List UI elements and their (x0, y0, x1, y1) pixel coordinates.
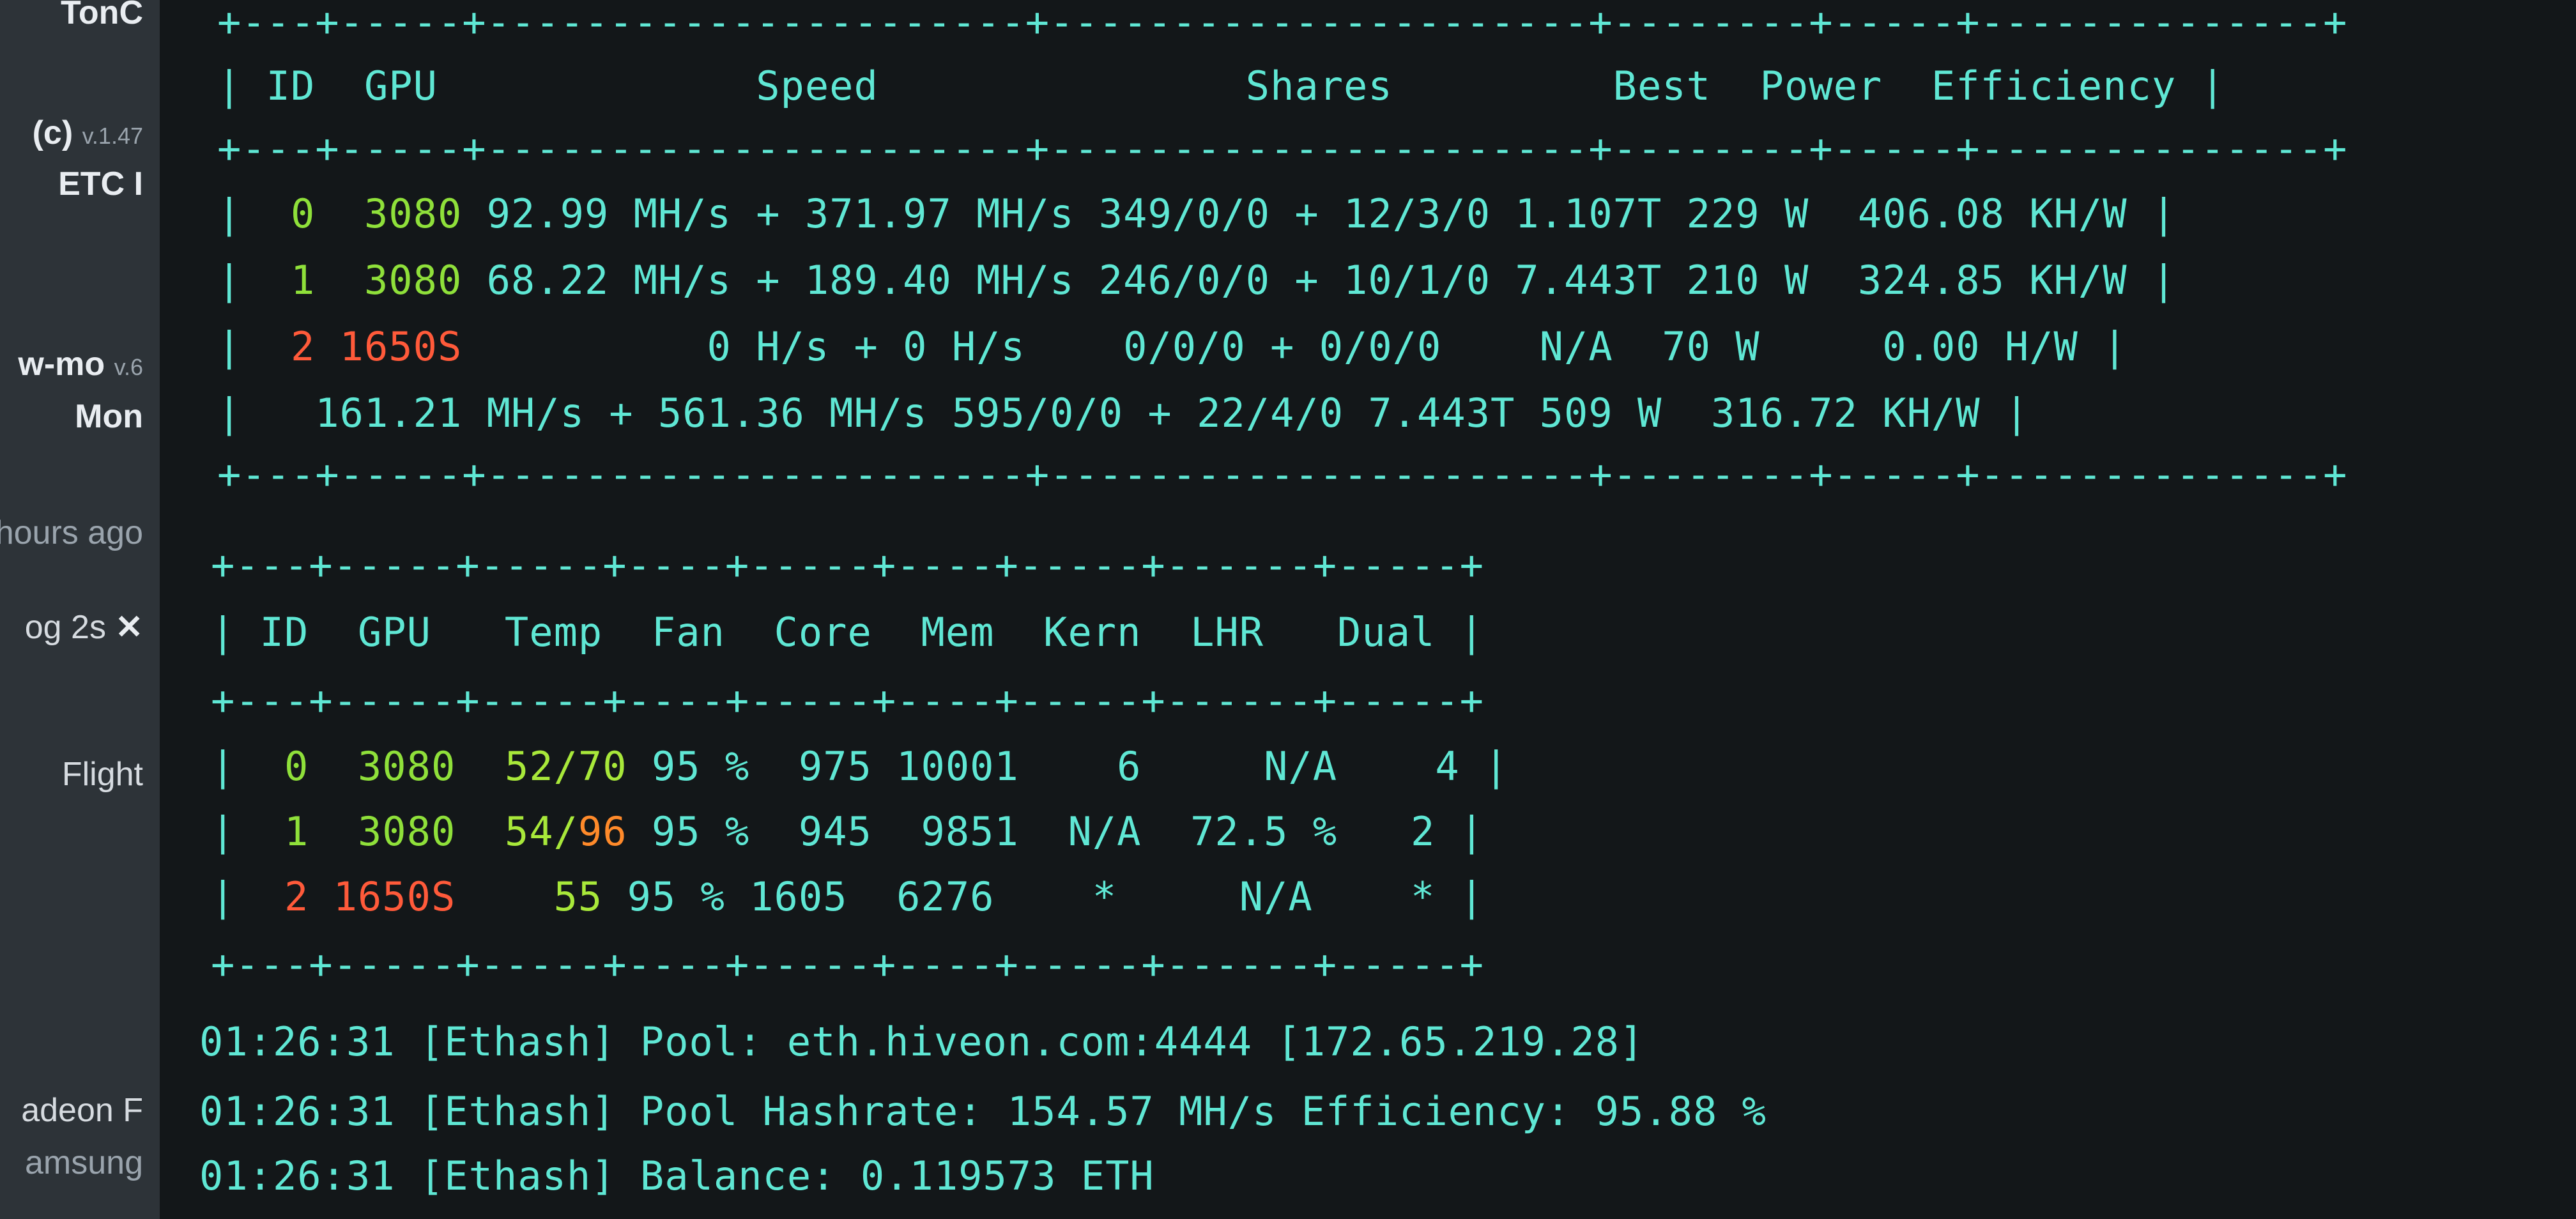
speed-table-header: | ID GPU Speed Shares Best Power Efficie… (217, 63, 2225, 109)
sidebar-item-hours-ago: hours ago (0, 514, 143, 551)
gpu-model: 1650S (333, 873, 456, 920)
terminal-window[interactable]: +---+-----+----------------------+------… (160, 0, 2576, 1219)
sidebar-item-radeon[interactable]: adeon F (21, 1091, 143, 1130)
speed-table-border-mid: +---+-----+----------------------+------… (217, 125, 2348, 172)
hw-row-gpu1: | 1 3080 54/96 95 % 945 9851 N/A 72.5 % … (211, 808, 1485, 855)
sidebar-item-wmo[interactable]: w-mo v.6 (18, 345, 143, 383)
gpu-model: 3080 (357, 743, 456, 790)
sidebar-item-etc[interactable]: ETC I (58, 165, 143, 203)
hw-table-border-top: +---+-----+-----+----+-----+----+-----+-… (211, 542, 1485, 588)
speed-table-border-bottom: +---+-----+----------------------+------… (217, 451, 2348, 498)
sidebar: TonC (c) v.1.47 ETC I w-mo v.6 Mon hours… (0, 0, 160, 1219)
gpu-id: 0 (284, 743, 309, 790)
log-line: 01:26:31 [Ethash] Pool Hashrate: 154.57 … (199, 1088, 1767, 1135)
speed-row-gpu1: | 1 3080 68.22 MH/s + 189.40 MH/s 246/0/… (217, 257, 2177, 303)
hw-table-header: | ID GPU Temp Fan Core Mem Kern LHR Dual… (211, 609, 1485, 656)
temp-core: 52 (504, 743, 554, 790)
temp-core: 54 (504, 808, 554, 855)
speed-row-gpu0: | 0 3080 92.99 MH/s + 371.97 MH/s 349/0/… (217, 190, 2177, 237)
temp-core: 55 (553, 873, 603, 920)
gpu-id: 2 (290, 323, 316, 370)
temp-mem: 96 (578, 808, 627, 855)
hw-table-border-mid: +---+-----+-----+----+-----+----+-----+-… (211, 677, 1485, 724)
temp-mem: 70 (578, 743, 627, 790)
log-line: 01:26:31 [Ethash] Balance: 0.119573 ETH (199, 1153, 1154, 1199)
gpu-model: 3080 (364, 257, 463, 303)
sidebar-item-mon[interactable]: Mon (75, 397, 143, 436)
hw-row-gpu2: | 2 1650S 55 95 % 1605 6276 * N/A * | (211, 873, 1485, 920)
speed-row-total: | 161.21 MH/s + 561.36 MH/s 595/0/0 + 22… (217, 390, 2030, 436)
hw-table-border-bottom: +---+-----+-----+----+-----+----+-----+-… (211, 941, 1485, 988)
gpu-id: 0 (290, 190, 316, 237)
speed-row-gpu2: | 2 1650S 0 H/s + 0 H/s 0/0/0 + 0/0/0 N/… (217, 323, 2128, 370)
sidebar-item-log[interactable]: og 2s ✕ (25, 608, 143, 647)
gpu-id: 1 (284, 808, 309, 855)
speed-table-border-top: +---+-----+----------------------+------… (217, 0, 2348, 45)
hw-row-gpu0: | 0 3080 52/70 95 % 975 10001 6 N/A 4 | (211, 743, 1509, 790)
sidebar-item-samsung[interactable]: amsung (25, 1144, 143, 1182)
sidebar-item-flight[interactable]: Flight (62, 755, 143, 793)
sidebar-item-tonc[interactable]: TonC (61, 0, 143, 32)
log-line: 01:26:31 [Ethash] Pool: eth.hiveon.com:4… (199, 1018, 1644, 1065)
gpu-model: 3080 (357, 808, 456, 855)
gpu-model: 3080 (364, 190, 463, 237)
gpu-model: 1650S (339, 323, 463, 370)
close-icon[interactable]: ✕ (115, 609, 143, 646)
gpu-id: 1 (290, 257, 316, 303)
sidebar-item-c[interactable]: (c) v.1.47 (33, 114, 143, 152)
gpu-id: 2 (284, 873, 309, 920)
